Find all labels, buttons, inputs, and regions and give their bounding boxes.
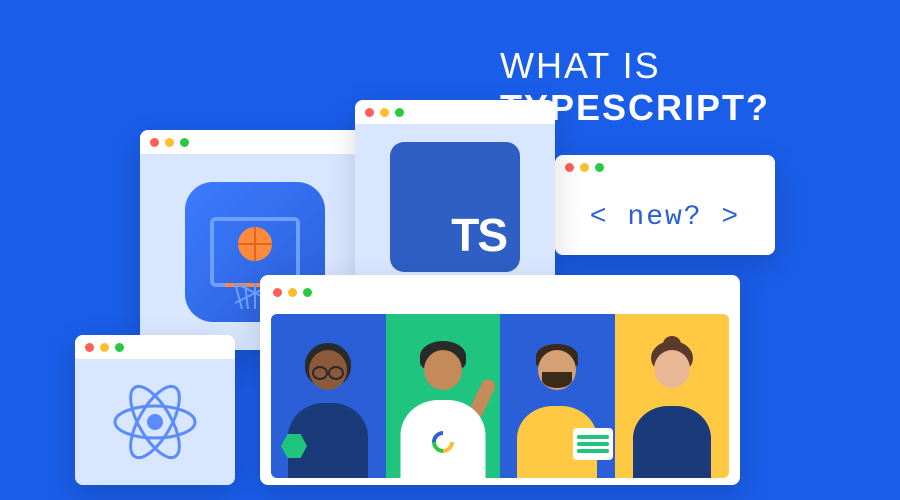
window-dot-red: [150, 138, 159, 147]
team-grid: [271, 314, 729, 478]
window-dot-yellow: [580, 163, 589, 172]
window-titlebar: [555, 155, 775, 179]
react-logo-icon: [105, 372, 205, 472]
window-titlebar: [263, 278, 737, 306]
window-titlebar: [355, 100, 555, 124]
headline-line-1: WHAT IS: [500, 45, 770, 87]
window-dot-red: [365, 108, 374, 117]
window-dot-green: [595, 163, 604, 172]
card-icon: [573, 428, 613, 460]
window-dot-red: [565, 163, 574, 172]
window-code-snippet: < new? >: [555, 155, 775, 255]
person-illustration-2: [386, 314, 501, 478]
window-react-logo: [75, 335, 235, 485]
person-illustration-3: [500, 314, 615, 478]
window-dot-green: [395, 108, 404, 117]
window-titlebar: [75, 335, 235, 359]
person-illustration-1: [271, 314, 386, 478]
window-body: [263, 306, 737, 485]
basketball-icon: [238, 227, 272, 261]
window-body: [75, 359, 235, 485]
window-dot-green: [303, 288, 312, 297]
window-dot-yellow: [165, 138, 174, 147]
person-illustration-4: [615, 314, 730, 478]
window-dot-green: [115, 343, 124, 352]
window-dot-yellow: [100, 343, 109, 352]
window-titlebar: [140, 130, 370, 154]
window-typescript-logo: TS: [355, 100, 555, 290]
window-dot-red: [85, 343, 94, 352]
window-team-illustration: [260, 275, 740, 485]
code-snippet-text: < new? >: [555, 179, 775, 255]
window-body: TS: [355, 124, 555, 290]
window-dot-yellow: [380, 108, 389, 117]
window-dot-yellow: [288, 288, 297, 297]
typescript-logo-icon: TS: [390, 142, 520, 272]
window-dot-red: [273, 288, 282, 297]
window-dot-green: [180, 138, 189, 147]
